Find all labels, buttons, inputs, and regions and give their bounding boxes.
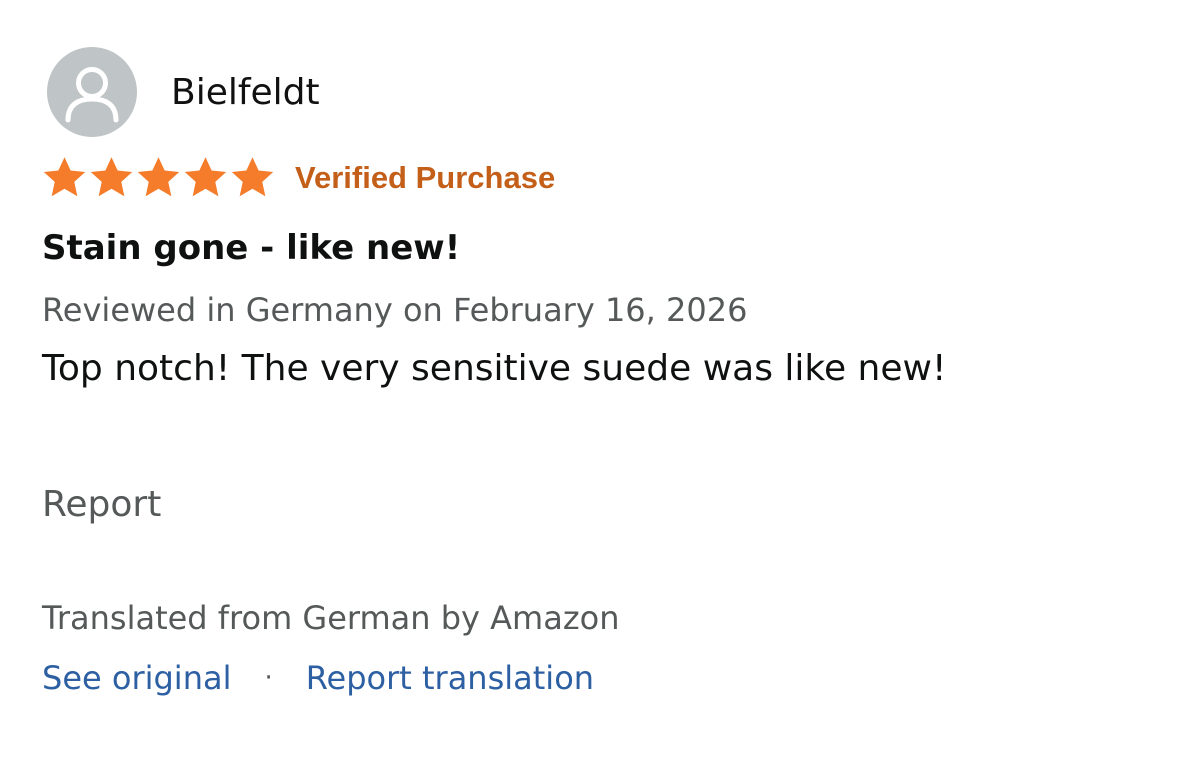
separator-dot: · xyxy=(264,663,273,693)
report-translation-link[interactable]: Report translation xyxy=(306,659,594,697)
reviewer-name[interactable]: Bielfeldt xyxy=(171,70,320,116)
review-date: Reviewed in Germany on February 16, 2026 xyxy=(42,291,748,329)
star-icon xyxy=(231,157,274,197)
star-icon xyxy=(90,157,133,197)
review-body: Top notch! The very sensitive suede was … xyxy=(42,348,947,389)
translation-note: Translated from German by Amazon xyxy=(42,599,620,637)
default-user-avatar-icon xyxy=(65,67,119,123)
rating-row: Verified Purchase xyxy=(41,155,555,201)
review-title[interactable]: Stain gone - like new! xyxy=(42,224,460,272)
verified-purchase-badge: Verified Purchase xyxy=(295,160,556,195)
translation-actions: See original · Report translation xyxy=(42,654,594,702)
report-button[interactable]: Report xyxy=(42,480,161,530)
star-icon xyxy=(184,157,227,197)
see-original-link[interactable]: See original xyxy=(42,659,231,697)
reviewer-avatar[interactable] xyxy=(47,47,137,137)
star-icon xyxy=(43,157,86,197)
star-rating[interactable] xyxy=(41,155,276,201)
customer-review: Bielfeldt Verified Purchase Stain gone -… xyxy=(0,0,1200,771)
star-icon xyxy=(137,157,180,197)
